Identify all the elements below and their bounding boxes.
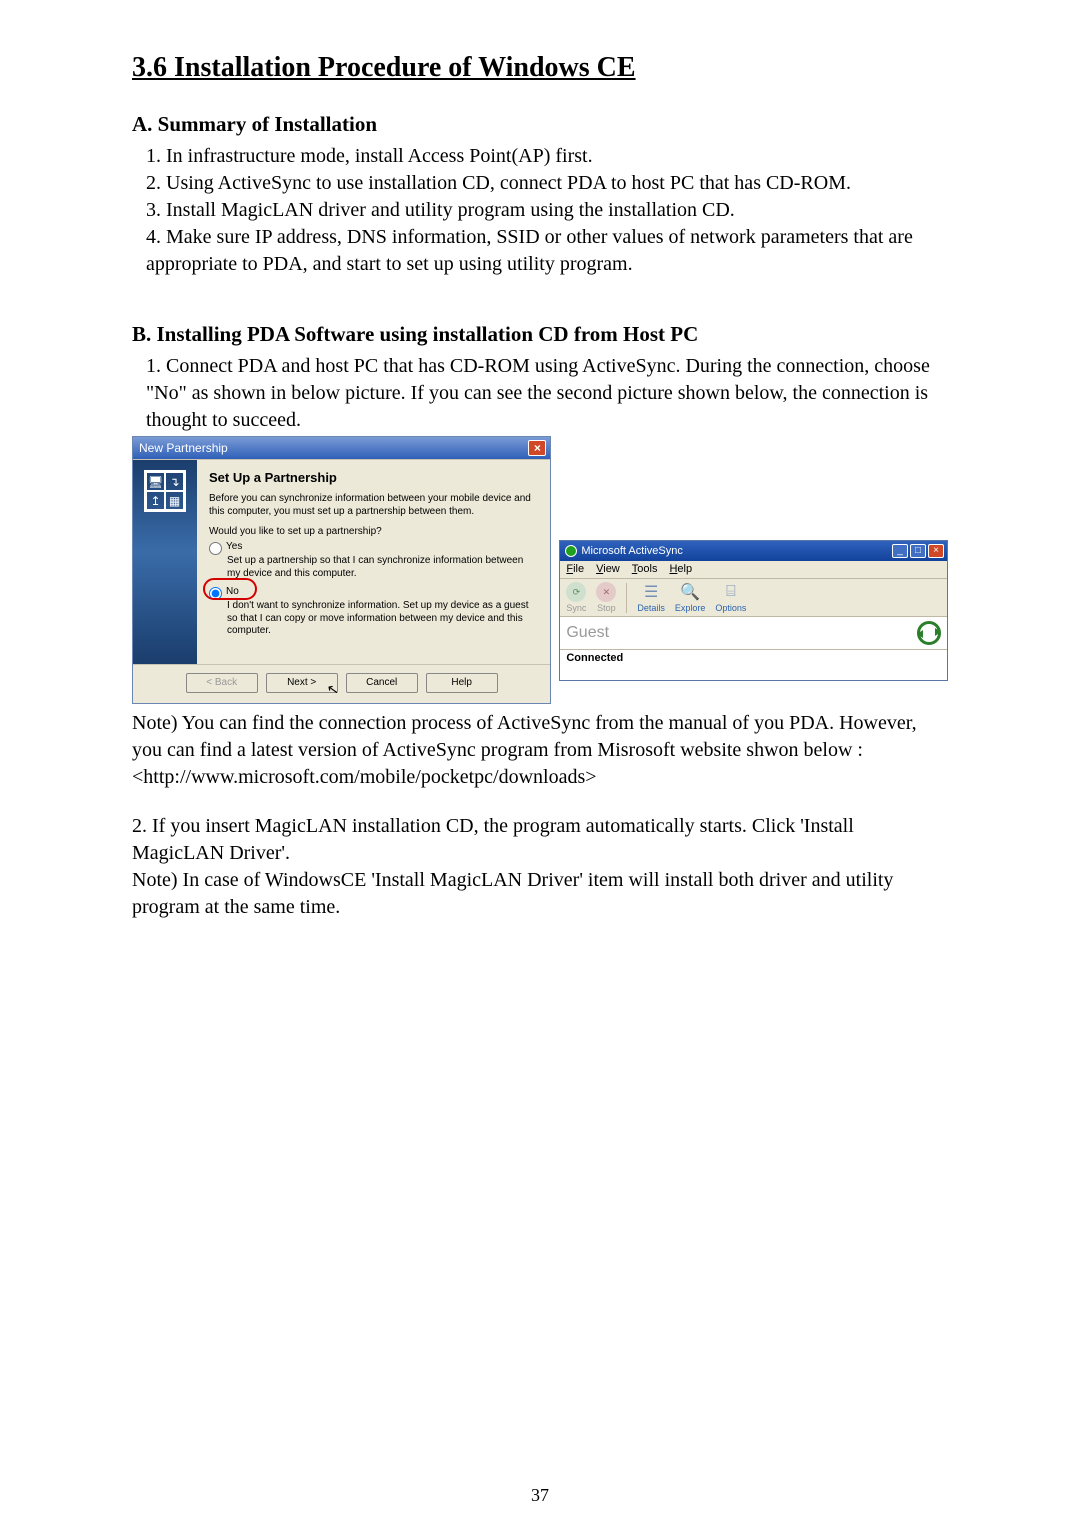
section-a-heading: A. Summary of Installation	[132, 112, 948, 137]
maximize-icon[interactable]: □	[910, 544, 926, 558]
partnership-icon: 🖥↴↥▦	[144, 470, 186, 512]
next-button[interactable]: Next > ↖	[266, 673, 338, 693]
section-a-item-4: 4. Make sure IP address, DNS information…	[146, 224, 948, 278]
menu-tools[interactable]: Tools	[632, 563, 658, 576]
activesync-icon	[565, 545, 577, 557]
radio-yes[interactable]: Yes	[209, 541, 536, 555]
radio-yes-label: Yes	[226, 541, 242, 555]
menu-help[interactable]: Help	[669, 563, 692, 576]
options-icon: ⌸	[721, 582, 741, 602]
menu-bar: File View Tools Help	[560, 561, 947, 579]
cursor-icon: ↖	[326, 680, 341, 699]
details-icon: ☰	[641, 582, 661, 602]
radio-no-desc: I don't want to synchronize information.…	[227, 600, 536, 638]
page-number: 37	[0, 1485, 1080, 1506]
activesync-titlebar: Microsoft ActiveSync _ □ ×	[560, 541, 947, 561]
toolbar-stop-label: Stop	[597, 603, 616, 613]
dialog-question: Would you like to set up a partnership?	[209, 526, 536, 537]
dialog-button-row: < Back Next > ↖ Cancel Help	[133, 664, 550, 703]
back-button: < Back	[186, 673, 258, 693]
radio-yes-desc: Set up a partnership so that I can synch…	[227, 555, 536, 580]
section-a-item-3: 3. Install MagicLAN driver and utility p…	[146, 197, 948, 224]
toolbar-explore[interactable]: 🔍 Explore	[675, 582, 706, 613]
radio-yes-input[interactable]	[209, 542, 222, 555]
radio-no[interactable]: No	[209, 586, 536, 600]
toolbar-details-label: Details	[637, 603, 665, 613]
radio-no-label: No	[226, 586, 239, 600]
status-row-bottom: Connected	[560, 650, 947, 680]
toolbar-stop[interactable]: ✕ Stop	[596, 582, 616, 613]
section-b-intro: 1. Connect PDA and host PC that has CD-R…	[146, 353, 948, 434]
dialog-titlebar: New Partnership ×	[133, 437, 550, 459]
toolbar-options[interactable]: ⌸ Options	[715, 582, 746, 613]
new-partnership-dialog: New Partnership × 🖥↴↥▦ Set Up a Partners…	[132, 436, 551, 704]
note-1: Note) You can find the connection proces…	[132, 710, 948, 764]
menu-view[interactable]: View	[596, 563, 620, 576]
toolbar-sync[interactable]: ⟳ Sync	[566, 582, 586, 613]
toolbar-details[interactable]: ☰ Details	[637, 582, 665, 613]
note-2: Note) In case of WindowsCE 'Install Magi…	[132, 867, 948, 921]
section-a-item-2: 2. Using ActiveSync to use installation …	[146, 170, 948, 197]
next-button-label: Next >	[287, 677, 316, 688]
minimize-icon[interactable]: _	[892, 544, 908, 558]
close-icon[interactable]: ×	[528, 440, 546, 456]
section-title: 3.6 Installation Procedure of Windows CE	[132, 52, 948, 84]
activesync-title-text: Microsoft ActiveSync	[581, 545, 682, 557]
dialog-desc: Before you can synchronize information b…	[209, 493, 536, 518]
sync-spinner-icon	[917, 621, 941, 645]
status-guest: Guest	[566, 624, 609, 642]
sync-icon: ⟳	[566, 582, 586, 602]
radio-no-input[interactable]	[209, 587, 222, 600]
cancel-button[interactable]: Cancel	[346, 673, 418, 693]
section-b-heading: B. Installing PDA Software using install…	[132, 322, 948, 347]
status-connected: Connected	[566, 652, 623, 664]
toolbar-sync-label: Sync	[566, 603, 586, 613]
status-row-top: Guest	[560, 617, 947, 650]
menu-file[interactable]: File	[566, 563, 584, 576]
help-button[interactable]: Help	[426, 673, 498, 693]
toolbar-explore-label: Explore	[675, 603, 706, 613]
activesync-window: Microsoft ActiveSync _ □ × File View Too…	[559, 540, 948, 681]
toolbar: ⟳ Sync ✕ Stop ☰ Details 🔍 Explore ⌸ Opti…	[560, 579, 947, 617]
explore-icon: 🔍	[680, 582, 700, 602]
stop-icon: ✕	[596, 582, 616, 602]
toolbar-separator	[626, 583, 627, 613]
dialog-title-text: New Partnership	[139, 441, 228, 455]
close-icon[interactable]: ×	[928, 544, 944, 558]
download-url: <http://www.microsoft.com/mobile/pocketp…	[132, 764, 948, 791]
section-a-item-1: 1. In infrastructure mode, install Acces…	[146, 143, 948, 170]
step-2: 2. If you insert MagicLAN installation C…	[132, 813, 948, 867]
dialog-side-graphic: 🖥↴↥▦	[133, 460, 197, 664]
toolbar-options-label: Options	[715, 603, 746, 613]
dialog-heading: Set Up a Partnership	[209, 470, 536, 485]
